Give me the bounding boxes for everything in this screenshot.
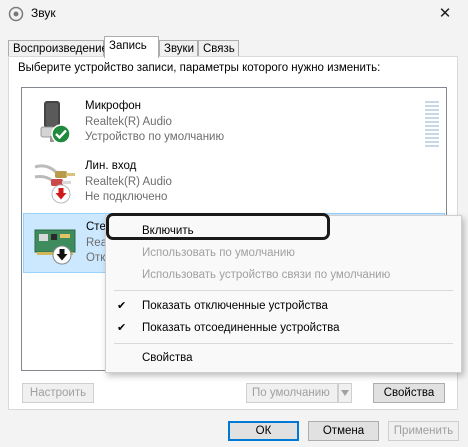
tab-recording[interactable]: Запись — [104, 36, 159, 58]
device-status: Не подключено — [85, 191, 168, 203]
apply-button[interactable]: Применить — [388, 421, 459, 441]
configure-button[interactable]: Настроить — [22, 383, 94, 403]
title-bar: Звук ✕ — [0, 0, 468, 28]
checkmark-icon: ✔ — [117, 322, 127, 334]
annotation-highlight-frame — [106, 213, 330, 240]
menu-show-disconnected[interactable]: ✔ Показать отсоединенные устройства — [106, 317, 461, 339]
menu-separator — [114, 290, 453, 291]
menu-properties[interactable]: Свойства — [106, 347, 461, 369]
device-name: Микрофон — [85, 100, 142, 112]
menu-set-default-communication[interactable]: Использовать устройство связи по умолчан… — [106, 264, 461, 286]
set-default-dropdown[interactable] — [338, 383, 352, 403]
down-arrow-red-badge-icon — [51, 184, 71, 204]
window-title: Звук — [31, 6, 56, 20]
menu-show-disabled-label: Показать отключенные устройства — [142, 300, 328, 312]
device-driver: Realtek(R) Audio — [85, 176, 172, 188]
device-driver: Realtek(R) Audio — [85, 116, 172, 128]
device-microphone[interactable]: Микрофон Realtek(R) Audio Устройство по … — [23, 93, 445, 153]
properties-button[interactable]: Свойства — [373, 383, 445, 403]
device-name: Лин. вход — [85, 160, 137, 172]
check-badge-icon — [51, 124, 71, 144]
close-icon[interactable]: ✕ — [422, 0, 468, 28]
menu-show-disabled[interactable]: ✔ Показать отключенные устройства — [106, 295, 461, 317]
dialog-buttons: ОК Отмена Применить — [0, 414, 468, 447]
ok-button[interactable]: ОК — [228, 421, 299, 441]
cancel-button[interactable]: Отмена — [308, 421, 379, 441]
menu-separator — [114, 343, 453, 344]
device-line-in[interactable]: Лин. вход Realtek(R) Audio Не подключено — [23, 153, 445, 213]
checkmark-icon: ✔ — [117, 300, 127, 312]
instruction-text: Выберите устройство записи, параметры ко… — [18, 62, 381, 74]
chevron-down-icon — [341, 390, 349, 396]
menu-set-default[interactable]: Использовать по умолчанию — [106, 242, 461, 264]
down-arrow-black-badge-icon — [52, 245, 72, 265]
speaker-icon — [8, 6, 24, 22]
menu-show-disconnected-label: Показать отсоединенные устройства — [142, 322, 340, 334]
device-status: Устройство по умолчанию — [85, 131, 225, 143]
level-meter — [425, 101, 439, 149]
set-default-button[interactable]: По умолчанию — [246, 383, 338, 403]
